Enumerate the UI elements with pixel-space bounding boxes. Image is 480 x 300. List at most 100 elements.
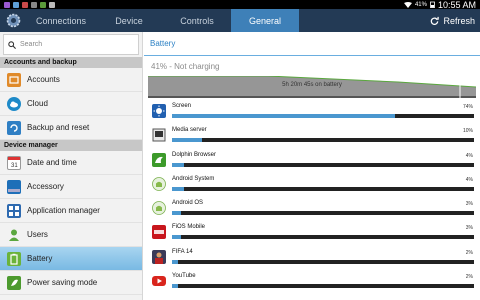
- usage-bar-fill: [172, 186, 185, 191]
- usage-bar-fill: [172, 211, 182, 216]
- list-item[interactable]: FIFA 14 2%: [144, 247, 480, 271]
- battery-panel: Battery 41% - Not charging 5h 20m 45s on…: [144, 32, 480, 300]
- top-bar: Connections Device Controls General Refr…: [0, 9, 480, 32]
- media-server-icon: [152, 128, 166, 142]
- svg-text:31: 31: [11, 163, 18, 169]
- usage-bar-fill: [172, 235, 182, 240]
- youtube-icon: [152, 274, 166, 288]
- usage-bar-fill: [172, 162, 185, 167]
- app-name: Screen: [172, 103, 192, 109]
- usage-bar-fill: [172, 114, 396, 118]
- sidebar-item-application-manager[interactable]: Application manager: [0, 199, 142, 223]
- usage-bar: [172, 138, 474, 143]
- battery-status: 41% - Not charging: [151, 61, 220, 71]
- apps-icon: [7, 203, 21, 218]
- wifi-icon: [403, 1, 412, 8]
- tab-controls[interactable]: Controls: [163, 9, 231, 32]
- list-item[interactable]: FiOS Mobile 3%: [144, 222, 480, 246]
- backup-icon: [7, 120, 21, 135]
- usage-bar-fill: [172, 259, 179, 264]
- search-placeholder: Search: [20, 41, 43, 48]
- list-item[interactable]: Android System 4%: [144, 174, 480, 198]
- notification-icon: [40, 1, 46, 8]
- sidebar-item-date-and-time[interactable]: 31 Date and time: [0, 151, 142, 175]
- search-icon: [8, 40, 16, 49]
- app-name: FiOS Mobile: [172, 224, 206, 231]
- app-percent: 4%: [465, 152, 473, 159]
- battery-percent: 41%: [414, 1, 427, 8]
- sidebar-item-label: Battery: [27, 254, 53, 263]
- sidebar-item-backup-and-reset[interactable]: Backup and reset: [0, 116, 142, 140]
- refresh-button[interactable]: Refresh: [430, 9, 480, 32]
- usage-bar: [172, 211, 474, 216]
- sidebar-item-label: Accessory: [27, 182, 64, 191]
- tab-general[interactable]: General: [231, 9, 299, 32]
- app-percent: 4%: [465, 176, 473, 183]
- fios-icon: [152, 225, 166, 240]
- usage-bar: [172, 186, 474, 191]
- usage-bar: [172, 114, 474, 118]
- app-name: Media server: [172, 127, 207, 134]
- battery-history-graph[interactable]: 5h 20m 45s on battery: [148, 76, 476, 98]
- section-device-manager: Device manager: [0, 140, 142, 151]
- tab-device[interactable]: Device: [95, 9, 163, 32]
- usage-bar: [172, 235, 474, 240]
- app-percent: 3%: [465, 201, 473, 208]
- sidebar-item-label: Power saving mode: [27, 278, 98, 287]
- search-input[interactable]: Search: [3, 34, 139, 55]
- user-icon: [7, 228, 21, 242]
- usage-bar: [172, 284, 474, 289]
- gear-icon: [6, 13, 21, 28]
- battery-duration: 5h 20m 45s on battery: [282, 82, 342, 88]
- sidebar-item-accounts[interactable]: Accounts: [0, 68, 142, 92]
- refresh-icon: [431, 16, 440, 25]
- sidebar-item-battery[interactable]: Battery: [0, 247, 142, 271]
- notification-icon: [22, 1, 28, 8]
- settings-app-icon[interactable]: [0, 9, 27, 32]
- notification-icon: [4, 1, 10, 8]
- sidebar-item-label: Backup and reset: [27, 123, 90, 132]
- app-percent: 2%: [465, 249, 473, 256]
- usage-bar-fill: [172, 284, 179, 289]
- android-icon: [152, 201, 166, 216]
- screen-brightness-icon: [152, 104, 166, 118]
- list-item[interactable]: Screen 74%: [144, 101, 480, 125]
- refresh-label: Refresh: [443, 15, 475, 26]
- sidebar: Search Accounts and backup Accounts Clou…: [0, 32, 143, 300]
- sidebar-item-power-saving-mode[interactable]: Power saving mode: [0, 271, 142, 295]
- cloud-icon: [7, 96, 21, 111]
- section-accounts-and-backup: Accounts and backup: [0, 57, 142, 68]
- battery-icon: [7, 251, 21, 266]
- notification-icon: [13, 1, 19, 8]
- dolphin-icon: [152, 152, 166, 167]
- sidebar-item-label: Application manager: [27, 206, 100, 215]
- list-item[interactable]: Media server 10%: [144, 125, 480, 149]
- app-percent: 74%: [462, 104, 473, 110]
- sidebar-item-label: Cloud: [27, 99, 48, 108]
- app-name: FIFA 14: [172, 248, 193, 255]
- notification-icon: [31, 1, 37, 8]
- usage-bar-fill: [172, 138, 203, 143]
- tab-connections[interactable]: Connections: [27, 9, 95, 32]
- sidebar-item-cloud[interactable]: Cloud: [0, 92, 142, 116]
- app-usage-list: Screen 74% Media server 10% Dolphin Brow…: [144, 101, 480, 295]
- accessory-icon: [7, 179, 21, 194]
- usage-bar: [172, 259, 474, 264]
- list-item[interactable]: YouTube 2%: [144, 271, 480, 295]
- sidebar-item-label: Date and time: [27, 158, 77, 167]
- sidebar-item-users[interactable]: Users: [0, 223, 142, 247]
- list-item[interactable]: Android OS 3%: [144, 198, 480, 222]
- sidebar-item-accessory[interactable]: Accessory: [0, 175, 142, 199]
- app-name: Android OS: [172, 200, 204, 207]
- app-name: YouTube: [172, 273, 196, 280]
- accounts-icon: [7, 72, 21, 87]
- app-name: Dolphin Browser: [172, 151, 217, 158]
- fifa-icon: [152, 249, 166, 264]
- notification-icon: [49, 1, 55, 8]
- sidebar-item-label: Users: [27, 230, 48, 239]
- sidebar-item-label: Accounts: [27, 75, 60, 84]
- list-item[interactable]: Dolphin Browser 4%: [144, 150, 480, 174]
- calendar-icon: 31: [7, 155, 21, 170]
- usage-bar: [172, 162, 474, 167]
- android-icon: [152, 176, 166, 191]
